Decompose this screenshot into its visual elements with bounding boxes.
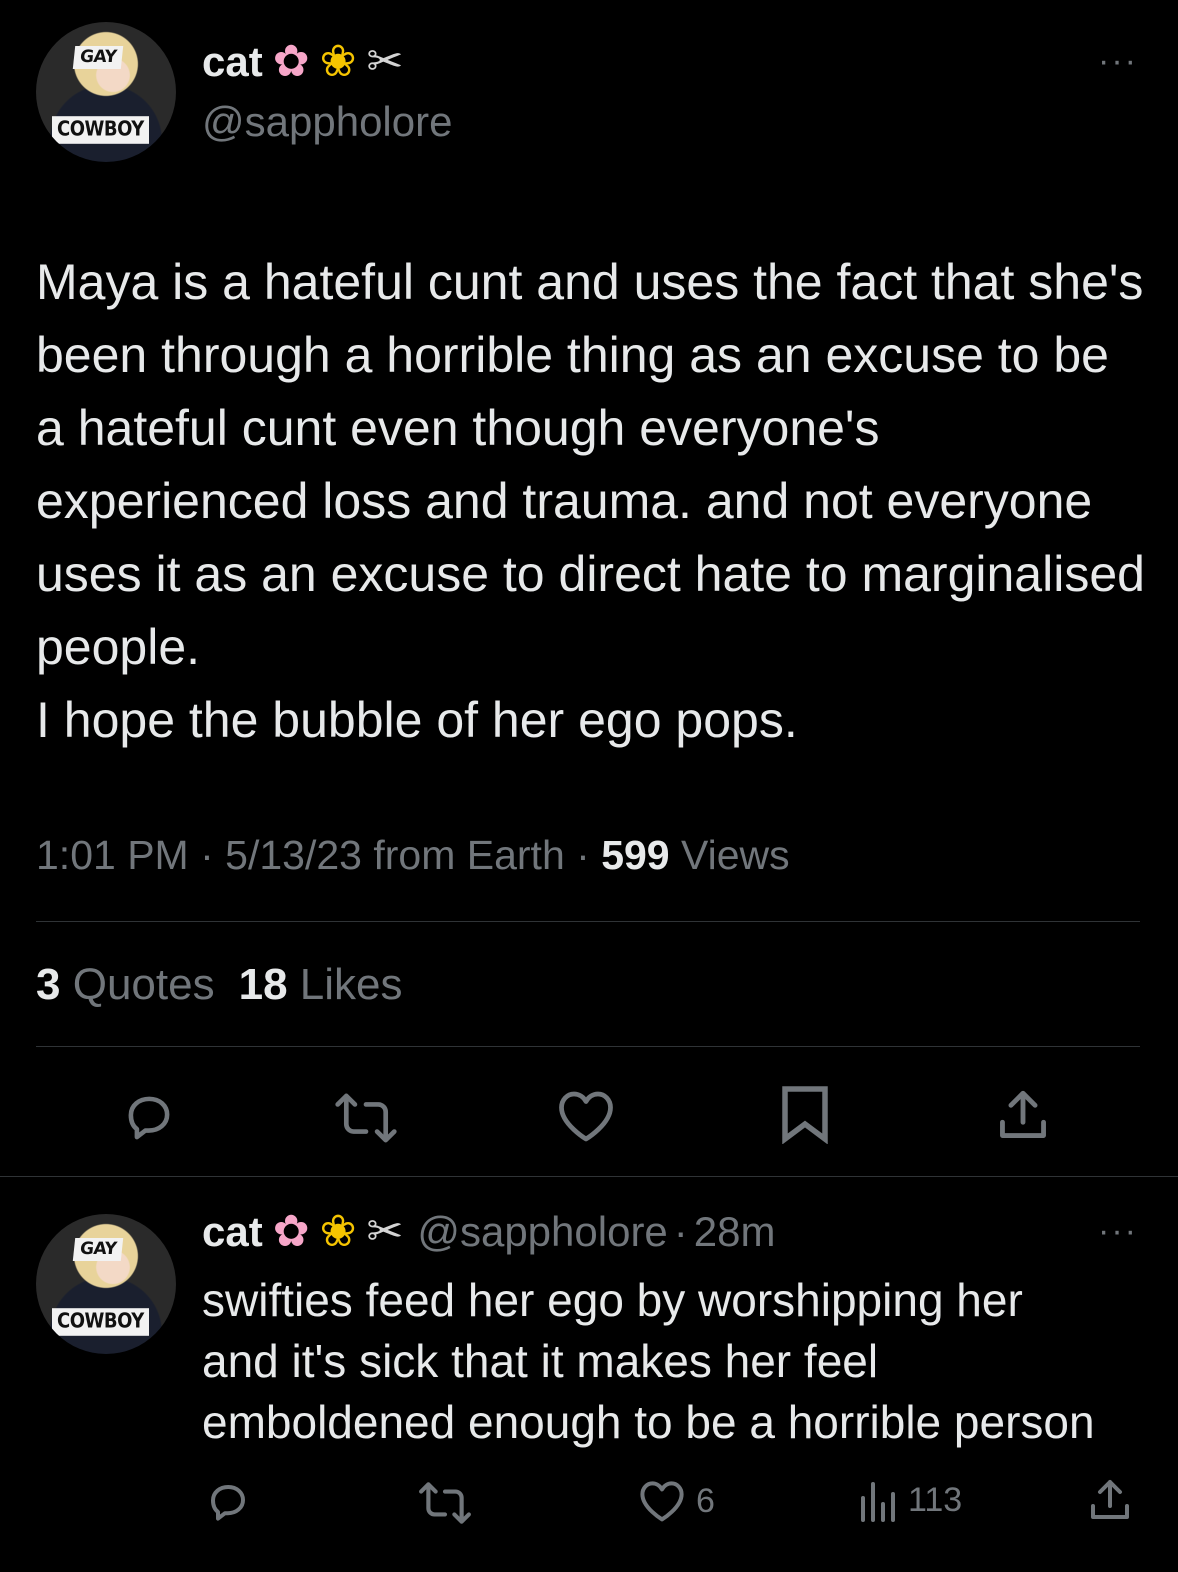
like-count: 6	[696, 1481, 715, 1520]
retweet-button[interactable]	[334, 1090, 398, 1146]
display-name[interactable]: cat	[202, 38, 263, 86]
retweet-icon	[419, 1482, 471, 1524]
like-icon	[640, 1481, 684, 1522]
reply-button[interactable]	[204, 1478, 252, 1526]
likes-count: 18	[238, 960, 288, 1009]
tweet-time[interactable]: 1:01 PM	[36, 832, 189, 878]
bookmark-icon	[782, 1086, 828, 1144]
cherry-blossom-icon: ✿	[272, 1206, 310, 1257]
tweet-source: from Earth	[373, 832, 565, 878]
more-options-icon[interactable]: ···	[1098, 44, 1138, 78]
avatar-label-bottom: COWBOY	[52, 1308, 149, 1336]
likes-label: Likes	[299, 960, 403, 1009]
display-name[interactable]: cat	[202, 1208, 263, 1256]
share-icon	[1091, 1480, 1129, 1519]
view-count: 113	[908, 1480, 963, 1519]
share-button[interactable]	[1086, 1476, 1134, 1524]
avatar-label-bottom: COWBOY	[52, 116, 149, 144]
like-icon	[559, 1091, 613, 1142]
like-button[interactable]: 6	[638, 1478, 715, 1524]
avatar[interactable]: GAY COWBOY	[36, 22, 176, 162]
reply-icon	[211, 1485, 245, 1521]
avatar[interactable]: GAY COWBOY	[36, 1214, 176, 1354]
reply-icon	[128, 1096, 170, 1140]
cherry-blossom-icon: ✿	[272, 36, 310, 87]
scissors-icon: ✂	[366, 36, 404, 87]
share-button[interactable]	[994, 1086, 1052, 1144]
scissors-icon: ✂	[366, 1206, 404, 1257]
meta-separator: ·	[576, 832, 602, 878]
tweet-text: Maya is a hateful cunt and uses the fact…	[36, 254, 1145, 748]
engagement-stats: 3 Quotes 18 Likes	[36, 960, 403, 1010]
blossom-icon: ❀	[319, 1206, 357, 1257]
meta-separator: ·	[673, 1208, 688, 1255]
views-button[interactable]: 113	[856, 1478, 962, 1522]
quotes-label: Quotes	[72, 960, 215, 1009]
avatar-label-top: GAY	[72, 1238, 124, 1261]
tweet-time-ago[interactable]: 28m	[694, 1208, 776, 1256]
author-handle[interactable]: @sappholore	[417, 1208, 667, 1256]
retweet-icon	[335, 1093, 397, 1143]
like-button[interactable]	[556, 1088, 616, 1144]
author-name-line[interactable]: cat ✿ ❀ ✂ @sappholore · 28m	[202, 1208, 776, 1256]
tweet-meta: 1:01 PM · 5/13/23 from Earth · 599 Views	[36, 832, 790, 879]
tweet-date[interactable]: 5/13/23	[225, 832, 362, 878]
tweet-text: swifties feed her ego by worshipping her…	[202, 1274, 1095, 1448]
more-options-icon[interactable]: ···	[1098, 1214, 1138, 1248]
share-icon	[1000, 1090, 1046, 1138]
views-icon	[861, 1482, 895, 1522]
divider	[36, 921, 1140, 922]
reply-button[interactable]	[120, 1088, 178, 1146]
divider	[0, 1176, 1178, 1177]
author-handle[interactable]: @sappholore	[202, 98, 452, 146]
author-name-line[interactable]: cat ✿ ❀ ✂	[202, 38, 403, 86]
quotes-count: 3	[36, 960, 61, 1009]
avatar-label-top: GAY	[72, 46, 124, 69]
likes-stat[interactable]: 18 Likes	[239, 960, 403, 1009]
meta-separator: ·	[200, 832, 226, 878]
bookmark-button[interactable]	[780, 1084, 830, 1144]
views-label: Views	[681, 832, 790, 878]
views-count: 599	[601, 832, 670, 878]
retweet-button[interactable]	[418, 1480, 472, 1526]
quotes-stat[interactable]: 3 Quotes	[36, 960, 215, 1009]
blossom-icon: ❀	[319, 36, 357, 87]
divider	[36, 1046, 1140, 1047]
